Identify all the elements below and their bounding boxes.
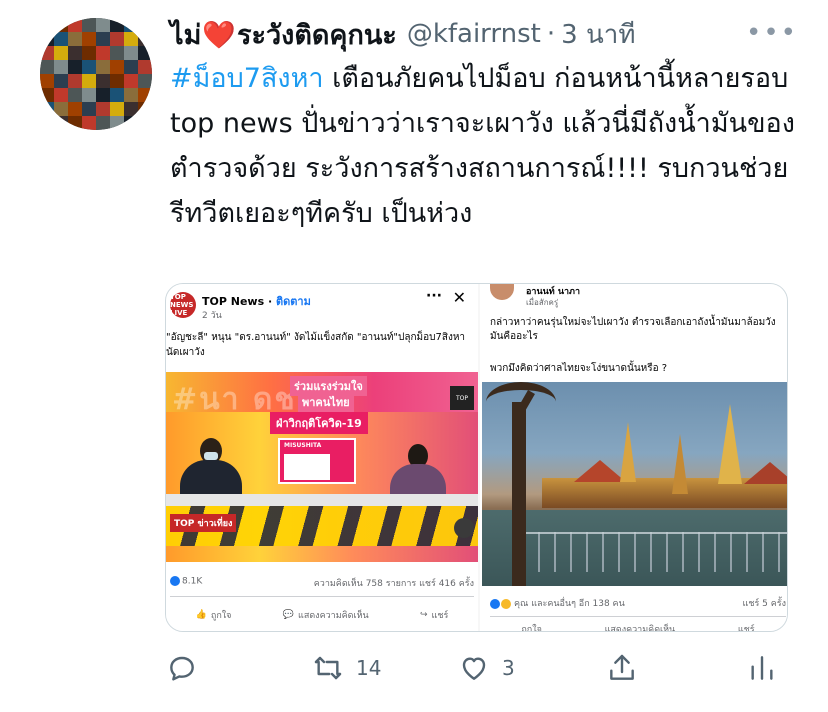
temple-spire [672, 434, 688, 494]
separator: · [546, 19, 556, 49]
hashtag-link[interactable]: #ม็อบ7สิงหา [170, 63, 324, 94]
fb-comment-label: แสดงความคิดเห็น [298, 611, 369, 621]
tree-trunk [512, 402, 526, 586]
page-logo: TOP NEWS LIVE [170, 292, 196, 318]
fb-more-icon: ··· [426, 288, 442, 304]
fb-like-count-text: 8.1K [182, 576, 203, 587]
like-button[interactable]: 3 [458, 648, 515, 688]
display-name[interactable]: ไม่❤️ระวังติดคุกนะ [170, 13, 397, 56]
temple-spire [620, 422, 636, 482]
share-button[interactable] [606, 648, 638, 688]
fb-actions: ถูกใจ แสดงความคิดเห็น แชร์ [490, 622, 786, 631]
share-icon [610, 654, 634, 680]
tv-host-left [180, 438, 242, 500]
fb-like-action: ถูกใจ [521, 625, 542, 631]
fb-like-action: 👍 ถูกใจ [195, 610, 232, 621]
temple-spire [718, 404, 742, 484]
tv-banner-2: พาคนไทย [298, 392, 354, 412]
analytics-button[interactable] [746, 648, 778, 688]
fb-avatar [490, 284, 514, 300]
media-image-right[interactable]: อานนท์ นาภา เมื่อสักครู่ กล่าวหาว่าคนรุ่… [480, 284, 787, 631]
post-time: 2 วัน [202, 311, 222, 321]
retweet-icon [314, 656, 342, 680]
fb-reactions-text: คุณ และคนอื่นๆ อีก 138 คน [514, 599, 625, 609]
tv-mask [204, 452, 218, 460]
temple-photo [482, 382, 787, 586]
divider [490, 616, 786, 617]
tv-news-bug: TOP [450, 386, 474, 410]
heart-icon: ❤️ [202, 19, 237, 51]
tv-desk [166, 494, 478, 506]
tv-card-inner [284, 454, 330, 480]
tweet-actions: 14 3 [166, 648, 786, 688]
tweet-header: ไม่❤️ระวังติดคุกนะ @kfairrnst · 3 นาที •… [170, 14, 798, 54]
fb-post-text: "อัญชะลี" หนุน "ดร.อานนท์" งัดไม้แข็งสกั… [166, 332, 466, 358]
tv-host-right [390, 444, 446, 500]
like-icon [462, 657, 486, 680]
reply-button[interactable] [166, 648, 198, 688]
fb-like-count: 8.1K [170, 576, 202, 587]
like-count: 3 [502, 656, 515, 680]
follow-link: ติดตาม [275, 295, 311, 308]
divider [170, 596, 474, 597]
tv-card-label: MISUSHITA [284, 442, 322, 449]
user-handle[interactable]: @kfairrnst [407, 19, 541, 49]
fb-stats: คุณ และคนอื่นๆ อีก 138 คน แชร์ 5 ครั้ง [490, 596, 786, 612]
tv-screenshot: #นา ดชช ร่วมแรงร่วมใจ พาคนไทย ฝ่าวิกฤติโ… [166, 372, 478, 562]
fb-comments-shares: ความคิดเห็น 758 รายการ แชร์ 416 ครั้ง [313, 579, 474, 589]
retweet-button[interactable]: 14 [312, 648, 381, 688]
temple-roof [574, 460, 626, 482]
fb-share-action: แชร์ [737, 625, 755, 631]
tv-mic-icon [454, 518, 474, 538]
fb-comment-action: แสดงความคิดเห็น [604, 625, 676, 631]
display-name-part1: ไม่ [170, 19, 202, 51]
fb-post-header: TOP NEWS LIVE TOP News · ติดตาม 2 วัน ··… [170, 288, 470, 324]
reply-icon [170, 656, 194, 681]
fb-reactions: คุณ และคนอื่นๆ อีก 138 คน [490, 596, 625, 610]
tv-card: MISUSHITA [278, 438, 356, 484]
fb-shares: แชร์ 5 ครั้ง [742, 599, 786, 609]
tweet-time[interactable]: 3 นาที [561, 14, 635, 55]
page-name-text: TOP News [202, 295, 265, 308]
fb-post-time: เมื่อสักครู่ [526, 298, 559, 307]
fb-stats: 8.1K ความคิดเห็น 758 รายการ แชร์ 416 ครั… [170, 576, 474, 592]
tv-logo: TOP ข่าวเที่ยง [170, 514, 237, 532]
fb-share-label: แชร์ [431, 611, 449, 621]
tweet-text: #ม็อบ7สิงหา เตือนภัยคนไปม็อบ ก่อนหน้านี้… [170, 56, 800, 236]
media-image-left[interactable]: TOP NEWS LIVE TOP News · ติดตาม 2 วัน ··… [166, 284, 478, 631]
analytics-icon [751, 656, 773, 680]
fb-comment-action: 💬 แสดงความคิดเห็น [282, 610, 369, 621]
more-options-icon[interactable]: ••• [746, 18, 798, 48]
tweet-media[interactable]: TOP NEWS LIVE TOP News · ติดตาม 2 วัน ··… [165, 283, 788, 632]
retweet-count: 14 [356, 656, 382, 680]
railing [522, 532, 787, 572]
fb-close-icon: ✕ [452, 288, 466, 307]
fb-post-text-2: พวกมึงคิดว่าศาลไทยจะโง่ขนาดนั้นหรือ ? [490, 363, 668, 374]
tv-banner-3: ฝ่าวิกฤติโควิด-19 [270, 412, 368, 434]
avatar[interactable] [40, 18, 152, 130]
fb-post-text-1: กล่าวหาว่าคนรุ่นใหม่จะไปเผาวัง ตำรวจเลือ… [490, 317, 776, 342]
fb-share-action: ↪ แชร์ [420, 610, 449, 621]
fb-like-label: ถูกใจ [210, 611, 232, 621]
temple-roof [744, 462, 787, 484]
display-name-part2: ระวังติดคุกนะ [237, 19, 397, 51]
fb-actions: 👍 ถูกใจ 💬 แสดงความคิดเห็น ↪ แชร์ [170, 604, 474, 626]
